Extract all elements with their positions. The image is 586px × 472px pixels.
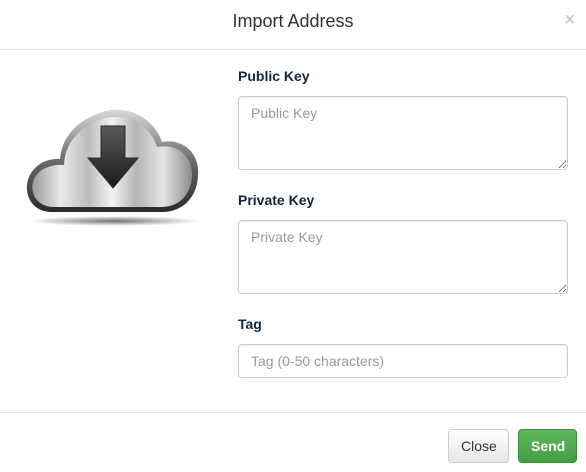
dialog-footer: Close Send xyxy=(0,412,586,472)
dialog-title: Import Address xyxy=(232,11,354,31)
private-key-field[interactable] xyxy=(238,220,568,294)
close-button[interactable]: Close xyxy=(448,429,509,463)
import-address-dialog: Import Address × Public Key Public Key P… xyxy=(0,0,586,472)
tag-label: Tag xyxy=(238,316,262,332)
public-key-label: Public Key xyxy=(238,68,310,84)
public-key-field[interactable] xyxy=(238,96,568,170)
close-icon[interactable]: × xyxy=(563,12,576,27)
dialog-header: Import Address × xyxy=(0,0,586,50)
tag-field[interactable] xyxy=(238,344,568,378)
private-key-label: Private Key xyxy=(238,192,315,208)
send-button[interactable]: Send xyxy=(518,429,577,463)
cloud-download-icon xyxy=(22,96,202,231)
